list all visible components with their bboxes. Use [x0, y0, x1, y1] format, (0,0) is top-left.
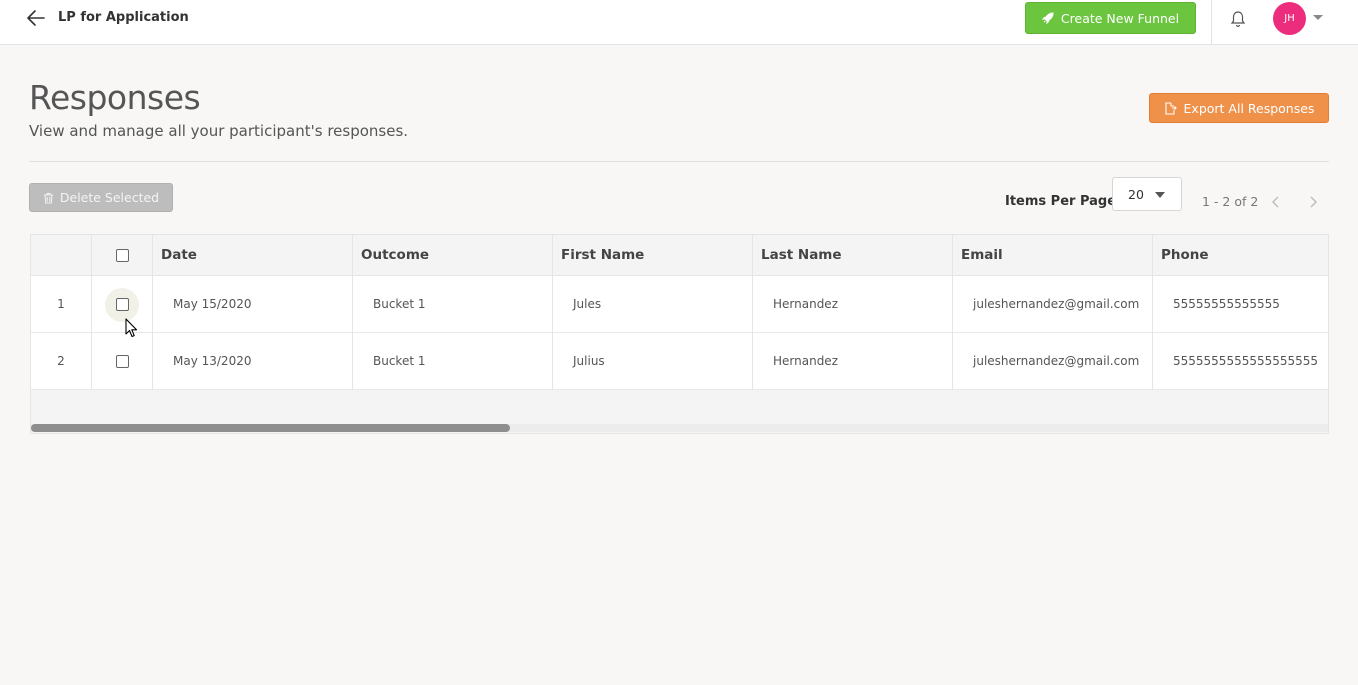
header-outcome[interactable]: Outcome [353, 235, 553, 275]
trash-icon [43, 192, 53, 203]
row-index: 1 [31, 276, 92, 332]
avatar[interactable]: JH [1273, 2, 1306, 35]
cell-first-name: Jules [553, 276, 753, 332]
header-index-cell [31, 235, 92, 275]
cell-email: juleshernandez@gmail.com [953, 333, 1153, 389]
export-file-icon [1164, 101, 1177, 115]
cell-date: May 15/2020 [153, 276, 353, 332]
rocket-icon [1041, 12, 1054, 24]
table-row[interactable]: 1 May 15/2020 Bucket 1 Jules Hernandez j… [31, 276, 1328, 333]
create-new-funnel-label: Create New Funnel [1060, 10, 1180, 26]
row-checkbox[interactable] [115, 297, 129, 311]
items-per-page-label: Items Per Page: [1005, 194, 1122, 209]
cell-first-name: Julius [553, 333, 753, 389]
header-divider [29, 161, 1329, 162]
bell-icon[interactable] [1230, 10, 1246, 28]
header-last-name[interactable]: Last Name [753, 235, 953, 275]
cell-outcome: Bucket 1 [353, 276, 553, 332]
header-checkbox-cell [92, 235, 153, 275]
avatar-initials: JH [1284, 13, 1295, 24]
delete-selected-label: Delete Selected [59, 190, 160, 205]
export-all-responses-button[interactable]: Export All Responses [1149, 93, 1329, 123]
cell-outcome: Bucket 1 [353, 333, 553, 389]
chevron-down-icon[interactable] [1313, 15, 1323, 20]
header-email[interactable]: Email [953, 235, 1153, 275]
delete-selected-button[interactable]: Delete Selected [29, 183, 173, 212]
divider [1211, 0, 1212, 44]
items-per-page-value: 20 [1128, 187, 1144, 202]
select-all-checkbox[interactable] [115, 248, 129, 262]
page-title: Responses [29, 78, 201, 117]
cell-date: May 13/2020 [153, 333, 353, 389]
top-bar: LP for Application Create New Funnel JH [0, 0, 1358, 45]
row-checkbox[interactable] [115, 354, 129, 368]
funnel-title: LP for Application [58, 10, 189, 25]
arrow-left-icon[interactable] [26, 9, 46, 27]
header-date[interactable]: Date [153, 235, 353, 275]
row-index: 2 [31, 333, 92, 389]
cell-last-name: Hernandez [753, 276, 953, 332]
cell-last-name: Hernandez [753, 333, 953, 389]
chevron-right-icon[interactable] [1307, 195, 1319, 209]
items-per-page-select[interactable]: 20 [1112, 177, 1182, 211]
header-phone[interactable]: Phone [1153, 235, 1328, 275]
table-header: Date Outcome First Name Last Name Email … [31, 235, 1328, 276]
chevron-left-icon[interactable] [1270, 195, 1282, 209]
cell-email: juleshernandez@gmail.com [953, 276, 1153, 332]
create-new-funnel-button[interactable]: Create New Funnel [1025, 2, 1196, 34]
row-checkbox-cell [92, 276, 153, 332]
horizontal-scrollbar-thumb[interactable] [31, 424, 510, 432]
caret-down-icon [1155, 192, 1165, 198]
cell-phone: 55555555555555 [1153, 276, 1328, 332]
export-all-responses-label: Export All Responses [1183, 100, 1315, 116]
table-row[interactable]: 2 May 13/2020 Bucket 1 Julius Hernandez … [31, 333, 1328, 390]
row-checkbox-cell [92, 333, 153, 389]
responses-table: Date Outcome First Name Last Name Email … [30, 234, 1329, 434]
header-first-name[interactable]: First Name [553, 235, 753, 275]
pagination-range: 1 - 2 of 2 [1202, 194, 1259, 209]
page-subtitle: View and manage all your participant's r… [29, 122, 409, 140]
cell-phone: 5555555555555555555 [1153, 333, 1328, 389]
